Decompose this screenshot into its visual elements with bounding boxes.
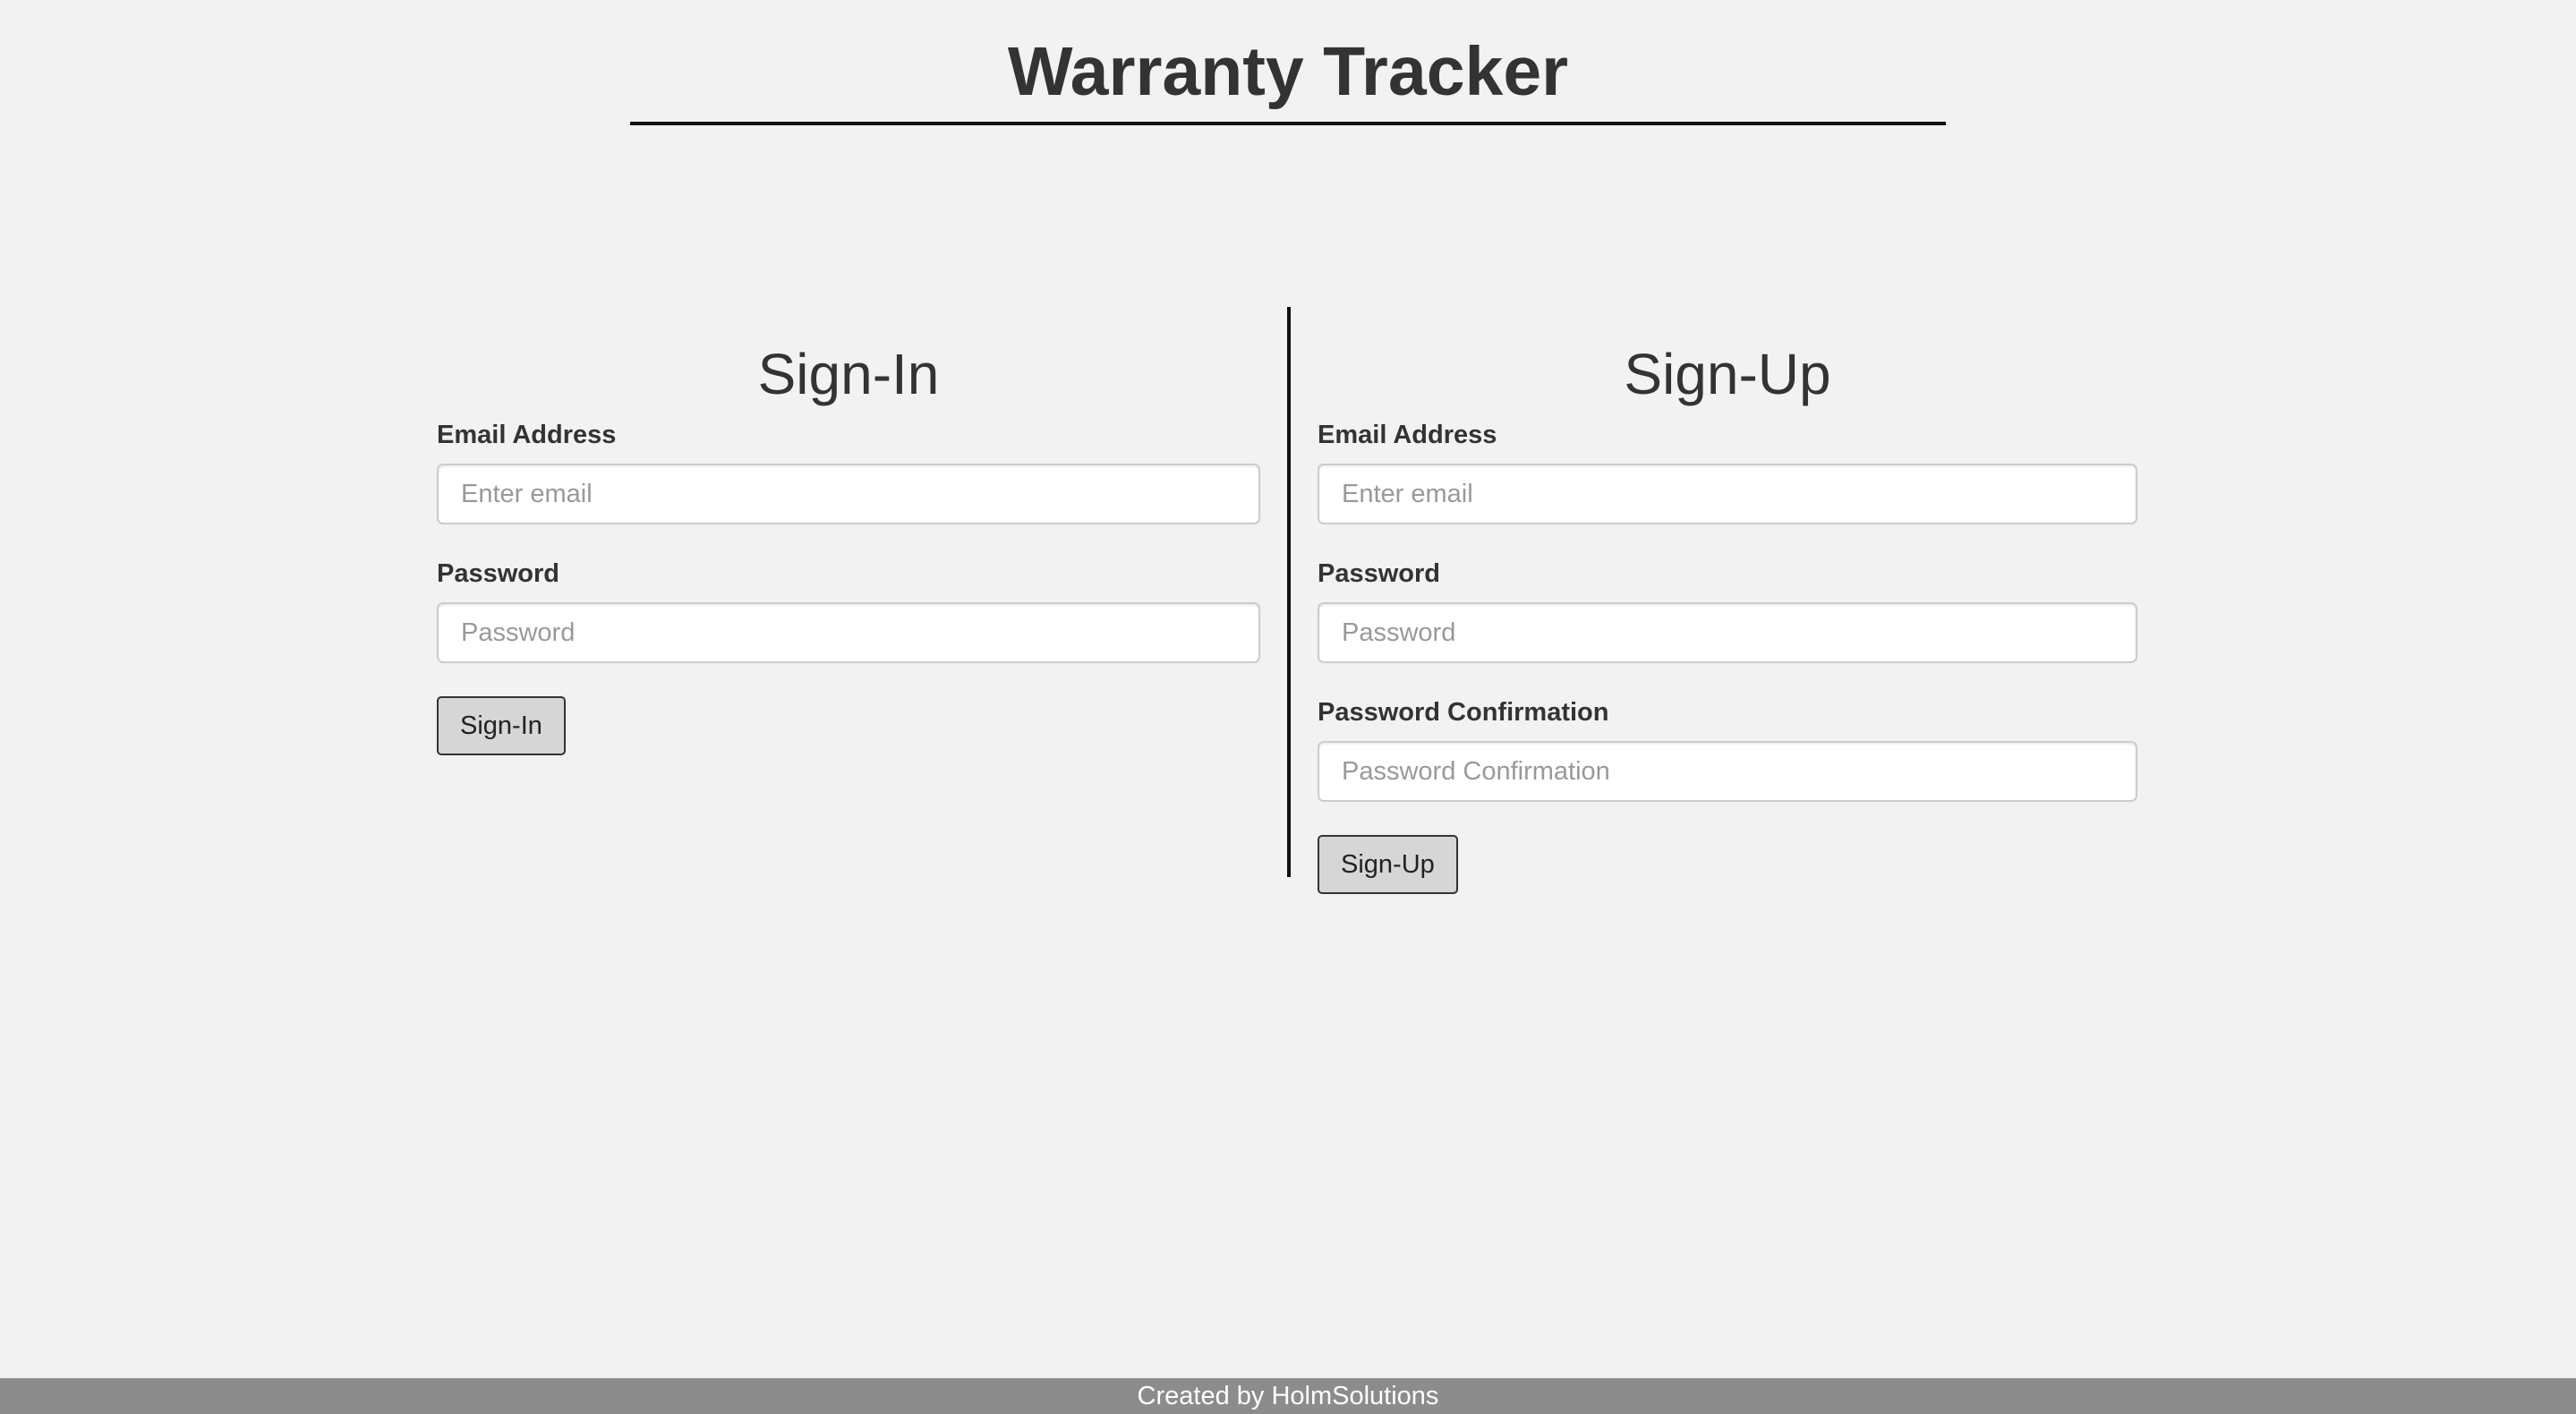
signin-email-input[interactable] (437, 464, 1260, 524)
signin-email-label: Email Address (437, 421, 617, 449)
page-title: Warranty Tracker (1007, 33, 1569, 110)
signin-heading: Sign-In (757, 342, 940, 406)
vertical-divider (1287, 307, 1291, 877)
signup-confirm-input[interactable] (1318, 741, 2137, 802)
signup-confirm-group: Password Confirmation (1318, 694, 2137, 802)
page-footer: Created by HolmSolutions (0, 1378, 2576, 1414)
signup-email-label: Email Address (1318, 421, 1497, 449)
signup-button[interactable]: Sign-Up (1318, 835, 1458, 894)
signup-password-group: Password (1318, 556, 2137, 663)
signin-password-group: Password (437, 556, 1260, 663)
signin-panel: Sign-In Email Address Password Sign-In (437, 331, 1260, 755)
signup-panel: Sign-Up Email Address Password Password … (1318, 331, 2137, 894)
page-header: Warranty Tracker (630, 0, 1946, 125)
signin-password-input[interactable] (437, 602, 1260, 663)
footer-credit: Created by HolmSolutions (1137, 1382, 1439, 1410)
signup-password-label: Password (1318, 559, 1440, 588)
signup-heading: Sign-Up (1624, 342, 1831, 406)
signin-password-label: Password (437, 559, 559, 588)
signin-email-group: Email Address (437, 417, 1260, 524)
signup-password-input[interactable] (1318, 602, 2137, 663)
signup-confirm-label: Password Confirmation (1318, 698, 1609, 727)
signup-email-group: Email Address (1318, 417, 2137, 524)
signin-button[interactable]: Sign-In (437, 696, 566, 755)
signup-email-input[interactable] (1318, 464, 2137, 524)
